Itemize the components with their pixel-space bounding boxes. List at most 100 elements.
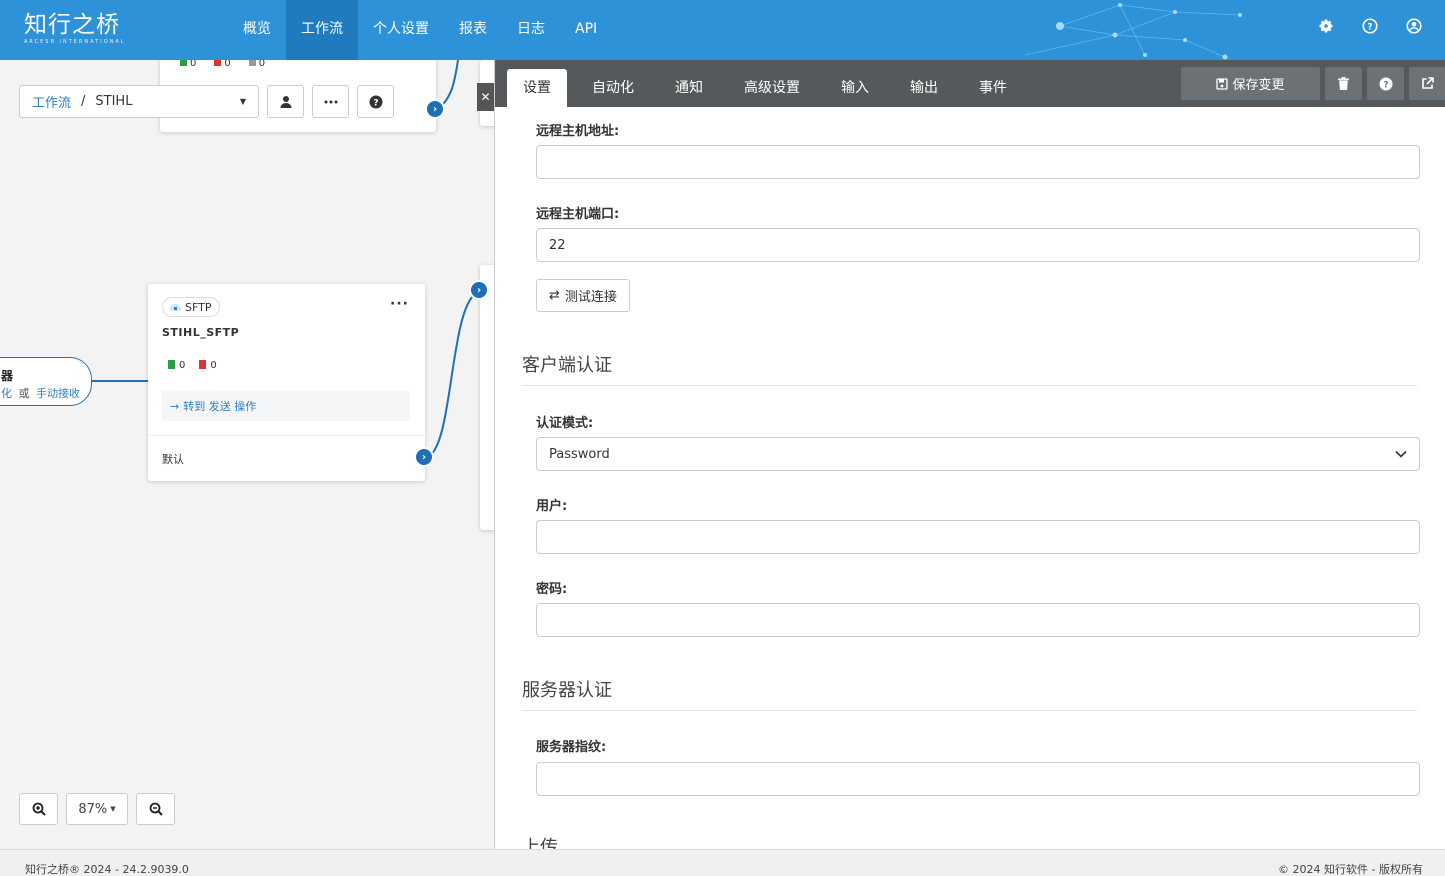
- canvas-toolbar: 工作流 / STIHL ▼ ?: [19, 85, 394, 118]
- user-icon: [280, 95, 291, 108]
- nav-api[interactable]: API: [560, 0, 612, 60]
- nav-reports[interactable]: 报表: [444, 0, 502, 60]
- panel-actions: 保存变更 ?: [1181, 67, 1445, 100]
- user-button[interactable]: [267, 85, 304, 118]
- save-changes-label: 保存变更: [1232, 78, 1285, 93]
- breadcrumb-root[interactable]: 工作流: [32, 92, 71, 111]
- upload-section-title: 上传: [522, 837, 558, 849]
- tab-advanced[interactable]: 高级设置: [728, 69, 816, 107]
- arrow-right-icon: →: [170, 399, 180, 413]
- help-circle-icon[interactable]: ?: [1361, 17, 1379, 35]
- node-counters: 0 0: [168, 360, 217, 371]
- file-check-icon: [168, 360, 175, 369]
- question-circle-icon: ?: [369, 95, 382, 108]
- svg-text:?: ?: [1367, 23, 1372, 33]
- count-err: 0: [224, 60, 231, 69]
- gear-icon[interactable]: [1317, 17, 1335, 35]
- fingerprint-input[interactable]: [536, 762, 1420, 796]
- breadcrumb-separator: /: [81, 94, 86, 109]
- page-footer: 知行之桥® 2024 - 24.2.9039.0 © 2024 知行软件 - 版…: [0, 849, 1445, 876]
- chevron-down-icon: [1395, 450, 1407, 458]
- user-circle-icon[interactable]: [1405, 17, 1423, 35]
- file-check-icon: [180, 60, 187, 66]
- connector-handle-top[interactable]: ›: [425, 99, 445, 119]
- file-pending-icon: [248, 60, 256, 66]
- password-label: 密码:: [536, 582, 568, 597]
- file-error-icon: [214, 60, 222, 66]
- success-count: 0: [180, 60, 196, 69]
- zoom-level: 87%: [78, 801, 108, 817]
- node-menu-icon[interactable]: ···: [390, 296, 409, 312]
- tab-automation[interactable]: 自动化: [576, 69, 650, 107]
- main-nav: 概览 工作流 个人设置 报表 日志 API: [228, 0, 612, 60]
- workflow-canvas[interactable]: 0 0 0 › 工作流 / STIHL ▼ ? 器 化 或 手动接收 SFTP …: [0, 60, 494, 849]
- caret-down-icon[interactable]: ▼: [240, 97, 246, 106]
- auth-mode-select[interactable]: Password: [536, 437, 1420, 471]
- close-panel-button[interactable]: ✕: [477, 83, 494, 111]
- auth-mode-label: 认证模式:: [536, 416, 594, 431]
- top-navbar: 知行之桥 ARCESB INTERNATIONAL 概览 工作流 个人设置 报表…: [0, 0, 1445, 60]
- more-options-button[interactable]: [312, 85, 349, 118]
- test-connection-button[interactable]: ⇄ 测试连接: [536, 279, 630, 312]
- connector-type-badge: SFTP: [162, 297, 221, 317]
- nav-logs[interactable]: 日志: [502, 0, 560, 60]
- open-external-button[interactable]: [1409, 67, 1445, 100]
- app-logo[interactable]: 知行之桥 ARCESB INTERNATIONAL: [24, 12, 126, 45]
- auth-mode-value: Password: [549, 446, 610, 462]
- zoom-in-icon: [32, 802, 46, 816]
- success-count: 0: [168, 360, 185, 371]
- tab-input[interactable]: 输入: [825, 69, 885, 107]
- count-ok: 0: [190, 60, 197, 69]
- exchange-icon: ⇄: [549, 288, 560, 303]
- remote-host-label: 远程主机地址:: [536, 124, 620, 139]
- nav-workflow[interactable]: 工作流: [286, 0, 358, 60]
- tab-notifications[interactable]: 通知: [659, 69, 719, 107]
- count-err: 0: [210, 360, 217, 371]
- count-pending: 0: [258, 60, 266, 69]
- sftp-node[interactable]: SFTP ··· STIHL_SFTP 0 0 → 转到 发送 操作 默认: [148, 284, 425, 481]
- connector-handle-sftp[interactable]: ›: [414, 447, 434, 467]
- zoom-level-dropdown[interactable]: 87% ▼: [66, 793, 128, 825]
- panel-help-button[interactable]: ?: [1367, 67, 1404, 100]
- automation-link[interactable]: 化: [1, 387, 12, 400]
- manual-receive-link[interactable]: 手动接收: [36, 387, 80, 400]
- logo-text: 知行之桥: [24, 12, 120, 38]
- tab-output[interactable]: 输出: [894, 69, 954, 107]
- ellipsis-icon: [324, 100, 337, 103]
- node-divider: [148, 435, 425, 436]
- nav-profile[interactable]: 个人设置: [358, 0, 444, 60]
- zoom-in-button[interactable]: [19, 793, 58, 825]
- top-icons: ?: [1317, 17, 1423, 35]
- remote-port-input[interactable]: 22: [536, 228, 1420, 262]
- trash-icon: [1338, 77, 1349, 90]
- user-input[interactable]: [536, 520, 1420, 554]
- zoom-out-button[interactable]: [136, 793, 175, 825]
- tab-settings[interactable]: 设置: [507, 69, 567, 107]
- delete-button[interactable]: [1325, 67, 1362, 100]
- receiver-node-subtitle: 化 或 手动接收: [1, 385, 80, 401]
- test-connection-label: 测试连接: [564, 290, 617, 305]
- receiver-node-title: 器: [1, 369, 14, 383]
- copyright-text: © 2024 知行软件 - 版权所有: [1278, 863, 1423, 876]
- breadcrumb-current: STIHL: [95, 94, 133, 109]
- user-label: 用户:: [536, 499, 568, 514]
- remote-host-input[interactable]: [536, 145, 1420, 179]
- connector-handle-mid[interactable]: ›: [469, 280, 489, 300]
- goto-link-label: 转到 发送 操作: [183, 400, 257, 413]
- version-text: 知行之桥® 2024 - 24.2.9039.0: [25, 863, 189, 876]
- receiver-node[interactable]: 器 化 或 手动接收: [0, 357, 92, 406]
- save-changes-button[interactable]: 保存变更: [1181, 67, 1320, 100]
- node-title: STIHL_SFTP: [162, 326, 240, 339]
- password-input[interactable]: [536, 603, 1420, 637]
- svg-text:?: ?: [1383, 80, 1388, 90]
- tab-events[interactable]: 事件: [963, 69, 1023, 107]
- caret-down-icon: ▼: [110, 805, 116, 813]
- client-auth-section-title: 客户端认证: [522, 351, 1417, 386]
- panel-tabbar: 设置 自动化 通知 高级设置 输入 输出 事件 保存变更 ?: [495, 60, 1445, 107]
- nav-overview[interactable]: 概览: [228, 0, 286, 60]
- breadcrumb[interactable]: 工作流 / STIHL ▼: [19, 85, 259, 118]
- help-button[interactable]: ?: [357, 85, 394, 118]
- external-link-icon: [1422, 77, 1434, 89]
- goto-send-action-link[interactable]: → 转到 发送 操作: [162, 391, 410, 421]
- floppy-disk-icon: [1216, 77, 1229, 90]
